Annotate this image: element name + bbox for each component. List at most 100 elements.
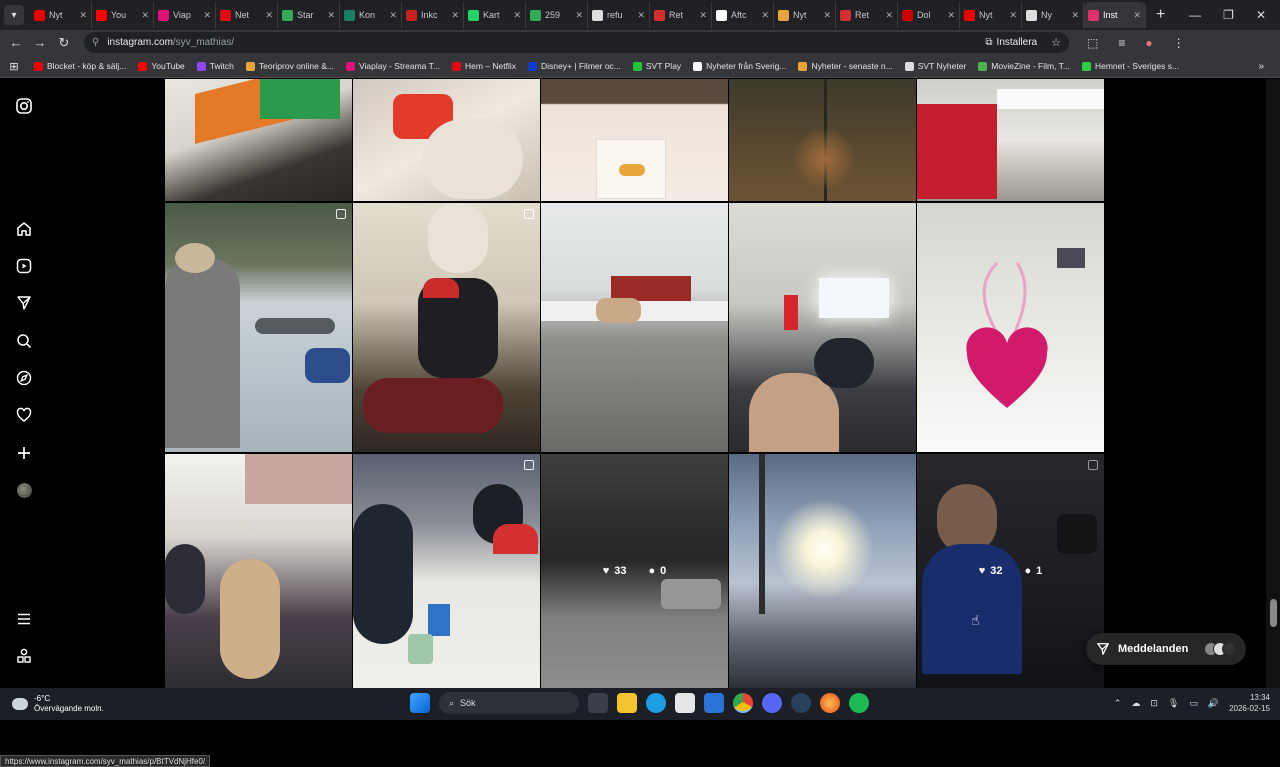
chrome-icon[interactable] xyxy=(733,693,753,713)
tab-close-icon[interactable]: ✕ xyxy=(761,10,769,21)
address-bar[interactable]: ⚲ instagram.com/syv_mathias/ ⧉ Installera… xyxy=(84,32,1069,53)
tab-close-icon[interactable]: ✕ xyxy=(1071,10,1079,21)
post-thumbnail[interactable]: ♥ 33 ● 0 xyxy=(541,454,728,688)
post-thumbnail[interactable] xyxy=(353,454,540,688)
taskbar-search[interactable]: ⌕ Sök xyxy=(439,692,579,714)
back-icon[interactable]: ← xyxy=(4,35,28,50)
post-thumbnail[interactable] xyxy=(165,79,352,201)
extensions-icon[interactable]: ⬚ xyxy=(1087,36,1098,50)
display-icon[interactable]: ▭ xyxy=(1189,698,1198,709)
tab-close-icon[interactable]: ✕ xyxy=(389,10,397,21)
post-thumbnail[interactable] xyxy=(353,79,540,201)
tab-close-icon[interactable]: ✕ xyxy=(699,10,707,21)
browser-tab[interactable]: Viap ✕ xyxy=(154,2,216,28)
outlook-icon[interactable] xyxy=(704,693,724,713)
profile-icon[interactable]: ● xyxy=(1145,36,1152,50)
tab-close-icon[interactable]: ✕ xyxy=(451,10,459,21)
site-info-icon[interactable]: ⚲ xyxy=(92,37,99,48)
browser-tab[interactable]: refu ✕ xyxy=(588,2,650,28)
apps-grid-icon[interactable]: ⊞ xyxy=(0,60,28,73)
bookmark-item[interactable]: Nyheter från Sverig... xyxy=(687,61,792,71)
bookmark-item[interactable]: Teoriprov online &... xyxy=(240,61,340,71)
edge-icon[interactable] xyxy=(646,693,666,713)
menu-icon[interactable] xyxy=(15,610,33,628)
reels-icon[interactable] xyxy=(15,257,33,275)
scrollbar-thumb[interactable] xyxy=(1270,599,1277,627)
clock[interactable]: 13:34 2026-02-15 xyxy=(1229,692,1270,714)
browser-tab[interactable]: Kon ✕ xyxy=(340,2,402,28)
profile-avatar[interactable] xyxy=(15,481,33,499)
home-icon[interactable] xyxy=(15,220,33,238)
media-controls-icon[interactable]: ≡ xyxy=(1118,36,1125,50)
install-app-button[interactable]: ⧉ Installera xyxy=(985,37,1037,48)
bookmark-item[interactable]: YouTube xyxy=(132,61,190,71)
file-explorer-icon[interactable] xyxy=(617,693,637,713)
post-thumbnail[interactable] xyxy=(729,79,916,201)
post-thumbnail[interactable] xyxy=(353,203,540,452)
tab-close-icon[interactable]: ✕ xyxy=(637,10,645,21)
tab-close-icon[interactable]: ✕ xyxy=(79,10,87,21)
browser-tab[interactable]: Dol ✕ xyxy=(898,2,960,28)
firefox-icon[interactable] xyxy=(820,693,840,713)
task-view-icon[interactable] xyxy=(588,693,608,713)
restore-icon[interactable]: ❐ xyxy=(1223,8,1234,22)
tab-close-icon[interactable]: ✕ xyxy=(513,10,521,21)
minimize-icon[interactable]: — xyxy=(1189,8,1201,22)
browser-tab[interactable]: Kart ✕ xyxy=(464,2,526,28)
tab-close-icon[interactable]: ✕ xyxy=(141,10,149,21)
create-icon[interactable] xyxy=(15,444,33,462)
bookmark-item[interactable]: MovieZine - Film, T... xyxy=(972,61,1076,71)
tab-close-icon[interactable]: ✕ xyxy=(203,10,211,21)
discord-icon[interactable] xyxy=(762,693,782,713)
new-tab-button[interactable]: + xyxy=(1156,6,1165,24)
bookmarks-overflow-icon[interactable]: » xyxy=(1258,61,1280,72)
bookmark-item[interactable]: Disney+ | Filmer oc... xyxy=(522,61,627,71)
search-icon[interactable] xyxy=(15,332,33,350)
explore-icon[interactable] xyxy=(15,369,33,387)
post-thumbnail[interactable] xyxy=(165,454,352,688)
tab-close-icon[interactable]: ✕ xyxy=(885,10,893,21)
browser-tab[interactable]: Ret ✕ xyxy=(836,2,898,28)
forward-icon[interactable]: → xyxy=(28,35,52,50)
spotify-icon[interactable] xyxy=(849,693,869,713)
microphone-icon[interactable]: 🎙 xyxy=(1168,698,1179,709)
browser-tab[interactable]: Nyt ✕ xyxy=(960,2,1022,28)
post-thumbnail[interactable] xyxy=(729,203,916,452)
bookmark-item[interactable]: Blocket - köp & sälj... xyxy=(28,61,132,71)
browser-tab[interactable]: Nyt ✕ xyxy=(774,2,836,28)
bookmark-item[interactable]: SVT Play xyxy=(627,61,687,71)
browser-tab[interactable]: Aftc ✕ xyxy=(712,2,774,28)
store-icon[interactable] xyxy=(675,693,695,713)
post-thumbnail[interactable] xyxy=(165,203,352,452)
tray-overflow-icon[interactable]: ⌃ xyxy=(1114,698,1122,709)
bookmark-item[interactable]: Twitch xyxy=(191,61,240,71)
browser-tab[interactable]: Star ✕ xyxy=(278,2,340,28)
post-thumbnail[interactable] xyxy=(541,79,728,201)
volume-icon[interactable]: 🔊 xyxy=(1208,698,1219,709)
more-apps-icon[interactable] xyxy=(15,647,33,665)
post-thumbnail[interactable]: ♥ 32 ● 1 ☝ xyxy=(917,454,1104,688)
tab-close-icon[interactable]: ✕ xyxy=(1009,10,1017,21)
tab-close-icon[interactable]: ✕ xyxy=(823,10,831,21)
bookmark-item[interactable]: Nyheter - senaste n... xyxy=(792,61,898,71)
tab-close-icon[interactable]: ✕ xyxy=(265,10,273,21)
browser-tab[interactable]: Inkc ✕ xyxy=(402,2,464,28)
onedrive-icon[interactable]: ☁ xyxy=(1131,698,1140,709)
tab-close-icon[interactable]: ✕ xyxy=(575,10,583,21)
weather-widget[interactable]: -6°C Övervägande moln. xyxy=(12,694,104,714)
browser-tab[interactable]: Nyt ✕ xyxy=(30,2,92,28)
tab-close-icon[interactable]: ✕ xyxy=(1133,10,1141,21)
messages-button[interactable]: Meddelanden xyxy=(1086,633,1246,665)
browser-tab[interactable]: 259 ✕ xyxy=(526,2,588,28)
bookmark-star-icon[interactable]: ☆ xyxy=(1051,36,1061,49)
post-thumbnail[interactable] xyxy=(729,454,916,688)
tab-close-icon[interactable]: ✕ xyxy=(947,10,955,21)
browser-tab[interactable]: Ny ✕ xyxy=(1022,2,1084,28)
instagram-logo-icon[interactable] xyxy=(15,97,33,115)
browser-tab[interactable]: Net ✕ xyxy=(216,2,278,28)
network-icon[interactable]: ⊡ xyxy=(1150,698,1158,709)
steam-icon[interactable] xyxy=(791,693,811,713)
bookmark-item[interactable]: Hemnet - Sveriges s... xyxy=(1076,61,1185,71)
browser-tab[interactable]: Inst ✕ xyxy=(1084,2,1146,28)
tab-search-icon[interactable]: ▾ xyxy=(4,5,24,25)
